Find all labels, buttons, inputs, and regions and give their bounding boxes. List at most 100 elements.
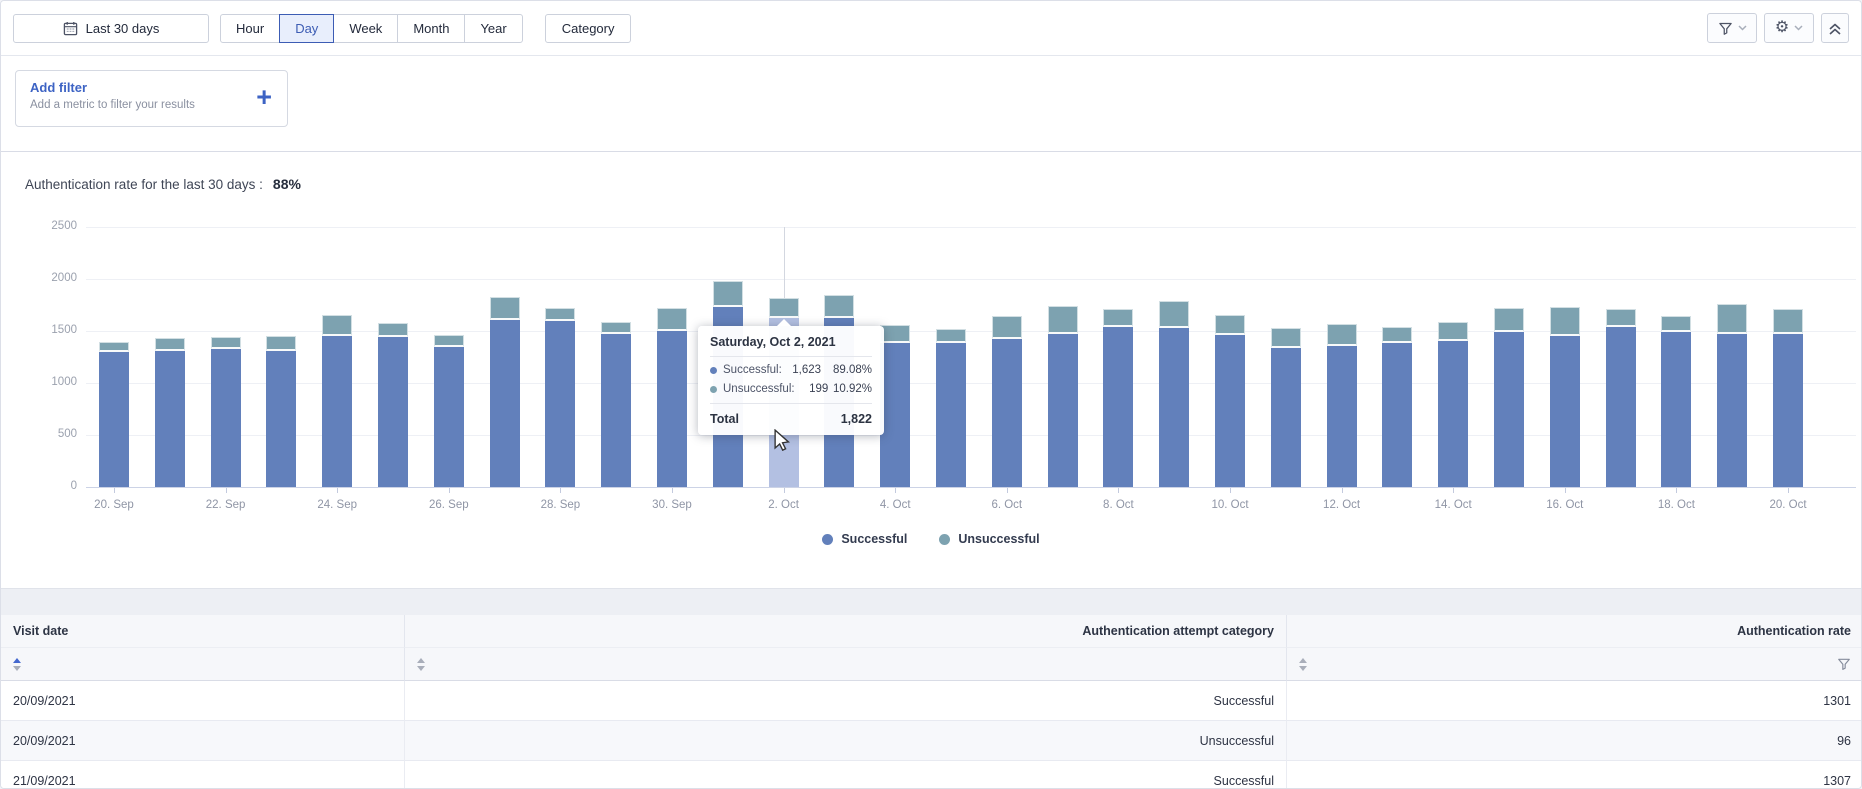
add-filter-button[interactable]: Add filter Add a metric to filter your r…: [15, 70, 288, 127]
bar-14-oct[interactable]: [1438, 321, 1469, 487]
sort-desc-icon[interactable]: [13, 665, 21, 671]
bar-17-oct[interactable]: [1605, 308, 1636, 487]
settings-dropdown-button[interactable]: ⚙: [1764, 13, 1814, 43]
bar-7-oct[interactable]: [1047, 305, 1078, 487]
bar-4-oct[interactable]: [880, 325, 911, 487]
bar-5-oct[interactable]: [936, 328, 966, 487]
bar-segment-successful: [1494, 331, 1524, 487]
gear-icon: ⚙: [1774, 19, 1790, 36]
bar-10-oct[interactable]: [1215, 315, 1245, 487]
bar-22-sep[interactable]: [210, 337, 241, 487]
bar-segment-successful: [1717, 333, 1748, 487]
chart-filter-dropdown-button[interactable]: [1707, 13, 1757, 43]
bar-segment-unsuccessful: [712, 281, 743, 308]
bar-segment-unsuccessful: [991, 316, 1022, 339]
bar-15-oct[interactable]: [1494, 308, 1524, 487]
bar-segment-unsuccessful: [1549, 307, 1580, 336]
bar-18-oct[interactable]: [1661, 315, 1692, 487]
bar-29-sep[interactable]: [601, 321, 632, 487]
bar-16-oct[interactable]: [1549, 307, 1580, 487]
category-button[interactable]: Category: [544, 13, 632, 43]
chart-section: Authentication rate for the last 30 days…: [1, 152, 1861, 588]
table-cell: Successful: [405, 761, 1287, 788]
funnel-icon: [1718, 21, 1733, 36]
x-axis-tick: [1564, 488, 1566, 493]
column-filter-cell-2: [1287, 648, 1861, 681]
x-axis-tick: [783, 488, 785, 493]
x-axis-label-20-oct: 20. Oct: [1769, 499, 1807, 511]
bar-26-sep[interactable]: [433, 334, 464, 487]
bar-28-sep[interactable]: [545, 308, 576, 487]
sort-control-0[interactable]: [13, 657, 21, 671]
sort-asc-icon[interactable]: [417, 657, 425, 663]
bar-segment-unsuccessful: [1047, 305, 1078, 334]
sort-asc-icon[interactable]: [1299, 657, 1307, 663]
x-axis-tick: [1006, 488, 1008, 493]
sort-asc-icon[interactable]: [13, 657, 21, 663]
collapse-panel-button[interactable]: [1821, 13, 1849, 43]
column-filter-cell-0: [1, 648, 405, 681]
table-row: 20/09/2021 Successful 1301: [1, 681, 1861, 721]
bar-segment-unsuccessful: [1270, 328, 1301, 348]
bar-segment-unsuccessful: [1438, 321, 1469, 342]
bar-20-sep[interactable]: [99, 341, 129, 487]
category-label: Category: [561, 20, 615, 36]
bar-segment-successful: [601, 334, 632, 487]
sort-control-2[interactable]: [1299, 657, 1307, 671]
add-filter-subtitle: Add a metric to filter your results: [30, 99, 195, 111]
legend-item-unsuccessful[interactable]: Unsuccessful: [939, 532, 1040, 546]
bar-segment-unsuccessful: [1159, 301, 1190, 328]
sort-desc-icon[interactable]: [1299, 665, 1307, 671]
bar-segment-successful: [322, 335, 353, 487]
bar-13-oct[interactable]: [1382, 326, 1413, 487]
granularity-month[interactable]: Month: [397, 13, 466, 43]
tooltip-series-dot: [710, 366, 717, 374]
bar-25-sep[interactable]: [378, 323, 408, 487]
sort-desc-icon[interactable]: [417, 665, 425, 671]
bar-segment-unsuccessful: [1494, 308, 1524, 332]
bar-segment-unsuccessful: [489, 296, 520, 320]
table-cell: 1301: [1287, 681, 1861, 721]
bar-24-sep[interactable]: [322, 315, 353, 487]
bar-9-oct[interactable]: [1159, 301, 1190, 487]
calendar-icon: [63, 21, 78, 36]
bar-21-sep[interactable]: [154, 337, 185, 487]
x-axis-tick: [560, 488, 562, 493]
bar-23-sep[interactable]: [266, 335, 297, 487]
column-filter-icon[interactable]: [1837, 657, 1851, 671]
table-cell: Unsuccessful: [405, 721, 1287, 761]
bar-segment-successful: [1605, 326, 1636, 487]
granularity-year[interactable]: Year: [464, 13, 523, 43]
x-axis-tick: [895, 488, 897, 493]
table-row: 20/09/2021 Unsuccessful 96: [1, 721, 1861, 761]
granularity-day[interactable]: Day: [279, 13, 335, 43]
column-header-1[interactable]: Authentication attempt category: [405, 615, 1287, 648]
column-header-0[interactable]: Visit date: [1, 615, 405, 648]
tooltip-row-value: 199: [809, 383, 829, 395]
date-range-button[interactable]: Last 30 days: [13, 13, 209, 43]
y-axis-label-2500: 2500: [51, 220, 77, 232]
bar-11-oct[interactable]: [1270, 328, 1301, 487]
granularity-week[interactable]: Week: [333, 13, 399, 43]
plus-icon[interactable]: +: [256, 84, 272, 111]
bar-6-oct[interactable]: [991, 316, 1022, 487]
bar-19-oct[interactable]: [1717, 303, 1748, 487]
column-filter-cell-1: [405, 648, 1287, 681]
bar-27-sep[interactable]: [489, 296, 520, 487]
gridline-2000: [86, 279, 1856, 280]
bar-segment-unsuccessful: [657, 307, 687, 331]
sort-control-1[interactable]: [417, 657, 425, 671]
bar-8-oct[interactable]: [1103, 308, 1134, 487]
x-axis-label-2-oct: 2. Oct: [768, 499, 799, 511]
bar-20-oct[interactable]: [1773, 309, 1803, 487]
table-cell: 21/09/2021: [1, 761, 405, 788]
toolbar: Last 30 days Hour Day Week Month Year Catego…: [1, 1, 1861, 56]
bar-12-oct[interactable]: [1326, 323, 1357, 487]
table-header-row: Visit date Authentication attempt categor…: [1, 615, 1861, 648]
y-axis-label-2000: 2000: [51, 272, 77, 284]
legend-item-successful[interactable]: Successful: [822, 532, 907, 546]
bar-30-sep[interactable]: [657, 307, 687, 487]
granularity-hour[interactable]: Hour: [220, 13, 281, 43]
column-header-2[interactable]: Authentication rate: [1287, 615, 1861, 648]
chart-summary: Authentication rate for the last 30 days…: [25, 176, 301, 192]
